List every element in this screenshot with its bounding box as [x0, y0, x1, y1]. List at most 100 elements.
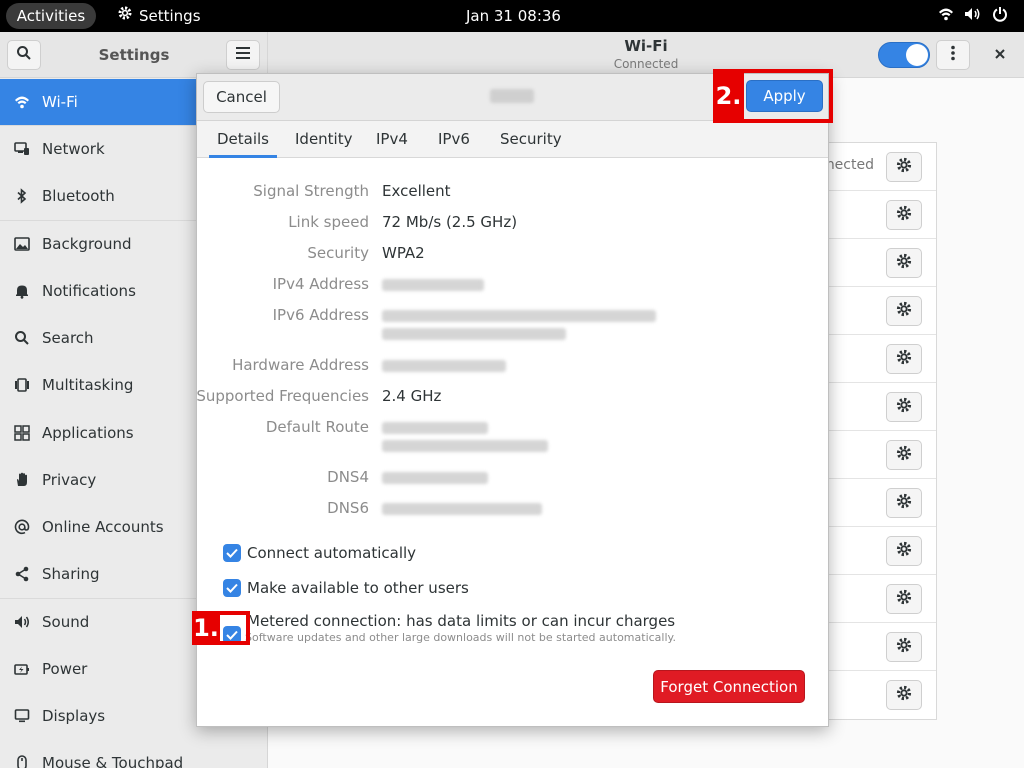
- gear-icon: [896, 541, 912, 561]
- display-icon: [14, 708, 30, 724]
- network-settings-button[interactable]: [886, 584, 922, 614]
- ipv4-address-label: IPv4 Address: [272, 275, 369, 293]
- sidebar-item-label: Mouse & Touchpad: [42, 754, 184, 768]
- supported-frequencies-label: Supported Frequencies: [196, 387, 369, 405]
- network-settings-button[interactable]: [886, 248, 922, 278]
- annotation-highlight-checkbox: [216, 611, 250, 645]
- cancel-button[interactable]: Cancel: [203, 81, 280, 113]
- sidebar-item-label: Notifications: [42, 282, 136, 300]
- volume-icon: [964, 6, 982, 26]
- network-settings-button[interactable]: [886, 152, 922, 182]
- mouse-icon: [14, 755, 30, 768]
- sidebar-item-label: Privacy: [42, 471, 97, 489]
- top-bar: Activities Settings Jan 31 08:36: [0, 0, 1024, 32]
- network-settings-button[interactable]: [886, 200, 922, 230]
- share-icon: [14, 566, 30, 582]
- network-settings-button[interactable]: [886, 296, 922, 326]
- connect-automatically-row[interactable]: Connect automatically: [223, 544, 416, 562]
- tab-bar: Details Identity IPv4 IPv6 Security: [197, 121, 828, 158]
- tab-identity[interactable]: Identity: [287, 121, 361, 158]
- default-route-redacted: [382, 440, 548, 452]
- background-icon: [14, 236, 30, 252]
- dialog-title-redacted: [490, 89, 534, 103]
- wifi-status-icon: [938, 6, 954, 26]
- available-to-users-row[interactable]: Make available to other users: [223, 579, 469, 597]
- tab-details[interactable]: Details: [209, 121, 278, 158]
- network-settings-button[interactable]: [886, 392, 922, 422]
- ipv6-address-label: IPv6 Address: [272, 306, 369, 324]
- network-settings-button[interactable]: [886, 536, 922, 566]
- bell-icon: [14, 283, 30, 299]
- available-to-users-checkbox[interactable]: [223, 579, 241, 597]
- sidebar-item-label: Displays: [42, 707, 106, 725]
- annotation-step-1: 1.: [192, 611, 220, 645]
- annotation-step-2: 2.: [713, 69, 744, 123]
- checkmark-icon: [226, 544, 238, 562]
- clock[interactable]: Jan 31 08:36: [466, 0, 561, 32]
- sidebar-item-mouse-touchpad[interactable]: Mouse & Touchpad: [0, 740, 268, 768]
- available-to-users-label: Make available to other users: [247, 579, 469, 597]
- activities-button[interactable]: Activities: [6, 3, 96, 29]
- dns4-redacted: [382, 472, 488, 484]
- supported-frequencies-value: 2.4 GHz: [382, 387, 442, 405]
- close-icon: [994, 46, 1006, 64]
- signal-strength-label: Signal Strength: [253, 182, 369, 200]
- speaker-icon: [14, 614, 30, 630]
- network-settings-button[interactable]: [886, 344, 922, 374]
- sidebar-item-label: Bluetooth: [42, 187, 115, 205]
- gear-icon: [896, 445, 912, 465]
- ipv6-address-redacted: [382, 310, 656, 322]
- network-settings-button[interactable]: [886, 680, 922, 710]
- wifi-toggle[interactable]: [878, 42, 930, 68]
- tab-ipv4[interactable]: IPv4: [368, 121, 416, 158]
- hamburger-icon: [235, 46, 251, 64]
- gear-icon: [896, 397, 912, 417]
- more-vertical-icon: [951, 45, 955, 65]
- ipv6-address-redacted: [382, 328, 566, 340]
- dns4-label: DNS4: [327, 468, 369, 486]
- gear-icon: [896, 493, 912, 513]
- gear-icon: [896, 301, 912, 321]
- app-menu[interactable]: Settings: [117, 0, 201, 32]
- connection-status: nected: [825, 157, 874, 173]
- link-speed-value: 72 Mb/s (2.5 GHz): [382, 213, 518, 231]
- forget-connection-button[interactable]: Forget Connection: [653, 670, 805, 703]
- sidebar-item-label: Sharing: [42, 565, 100, 583]
- wifi-icon: [14, 94, 30, 110]
- toggle-knob: [906, 44, 928, 66]
- sidebar-header: Settings: [0, 32, 267, 78]
- annotation-highlight-apply: [740, 69, 833, 123]
- tab-security[interactable]: Security: [492, 121, 570, 158]
- more-options-button[interactable]: [936, 40, 970, 70]
- power-icon: [14, 661, 30, 677]
- network-settings-button[interactable]: [886, 632, 922, 662]
- metered-connection-label: Metered connection: has data limits or c…: [247, 612, 676, 630]
- connection-details-dialog: Cancel Apply Details Identity IPv4 IPv6 …: [196, 73, 829, 727]
- network-settings-button[interactable]: [886, 488, 922, 518]
- gear-icon: [896, 685, 912, 705]
- checkmark-icon: [226, 579, 238, 597]
- system-tray[interactable]: [938, 0, 1008, 32]
- gear-icon: [896, 205, 912, 225]
- security-value: WPA2: [382, 244, 425, 262]
- network-settings-button[interactable]: [886, 440, 922, 470]
- connect-automatically-label: Connect automatically: [247, 544, 417, 562]
- close-button[interactable]: [988, 45, 1012, 65]
- bluetooth-icon: [14, 188, 30, 204]
- connect-automatically-checkbox[interactable]: [223, 544, 241, 562]
- hardware-address-label: Hardware Address: [232, 356, 369, 374]
- gear-icon: [117, 0, 133, 32]
- sidebar-item-label: Applications: [42, 424, 134, 442]
- tab-ipv6[interactable]: IPv6: [430, 121, 478, 158]
- gear-icon: [896, 637, 912, 657]
- dns6-redacted: [382, 503, 542, 515]
- at-icon: [14, 519, 30, 535]
- sidebar-item-label: Online Accounts: [42, 518, 164, 536]
- ipv4-address-redacted: [382, 279, 484, 291]
- default-route-redacted: [382, 422, 488, 434]
- default-route-label: Default Route: [265, 418, 369, 436]
- sidebar-item-label: Multitasking: [42, 376, 134, 394]
- sidebar-item-label: Power: [42, 660, 88, 678]
- main-menu-button[interactable]: [226, 40, 260, 70]
- hardware-address-redacted: [382, 360, 506, 372]
